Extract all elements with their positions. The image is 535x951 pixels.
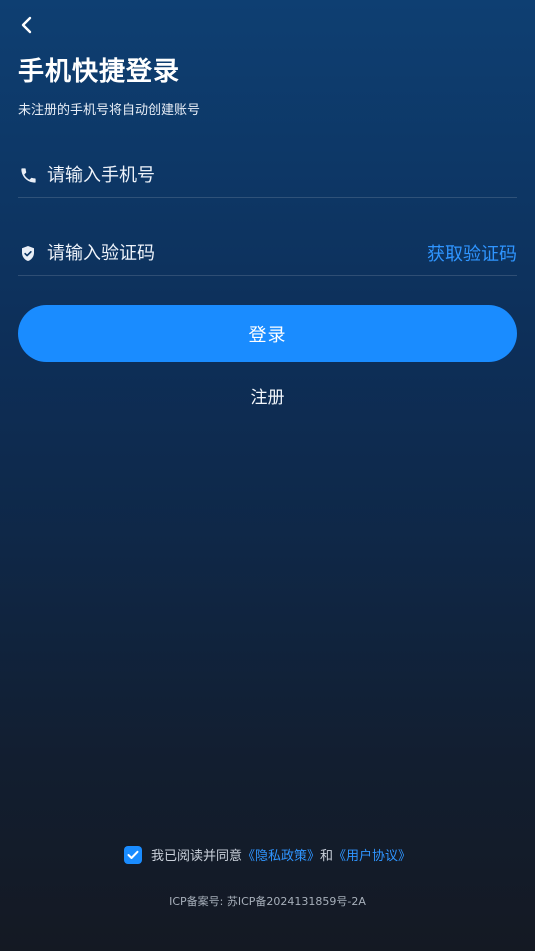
icp-record: ICP备案号: 苏ICP备2024131859号-2A bbox=[169, 895, 366, 908]
code-field-row: 获取验证码 bbox=[18, 231, 517, 276]
chevron-left-icon bbox=[20, 16, 34, 38]
shield-check-icon bbox=[18, 243, 38, 263]
privacy-policy-link[interactable]: 《隐私政策》 bbox=[242, 845, 320, 864]
login-button[interactable]: 登录 bbox=[18, 305, 517, 362]
verification-code-input[interactable] bbox=[47, 238, 427, 268]
user-agreement-link[interactable]: 《用户协议》 bbox=[333, 845, 411, 864]
back-button[interactable] bbox=[14, 14, 40, 40]
get-code-button[interactable]: 获取验证码 bbox=[427, 240, 517, 266]
check-icon bbox=[127, 850, 139, 859]
agreement-and: 和 bbox=[320, 849, 334, 864]
page-subtitle: 未注册的手机号将自动创建账号 bbox=[18, 103, 201, 118]
phone-field-row bbox=[18, 153, 517, 198]
page-title: 手机快捷登录 bbox=[18, 57, 181, 87]
agreement-checkbox[interactable] bbox=[123, 845, 142, 864]
phone-icon bbox=[18, 165, 38, 185]
agreement-prefix: 我已阅读并同意 bbox=[150, 849, 242, 864]
register-link[interactable]: 注册 bbox=[0, 386, 535, 410]
phone-input[interactable] bbox=[47, 160, 517, 190]
agreement-row: 我已阅读并同意 《隐私政策》 和 《用户协议》 bbox=[0, 845, 535, 864]
